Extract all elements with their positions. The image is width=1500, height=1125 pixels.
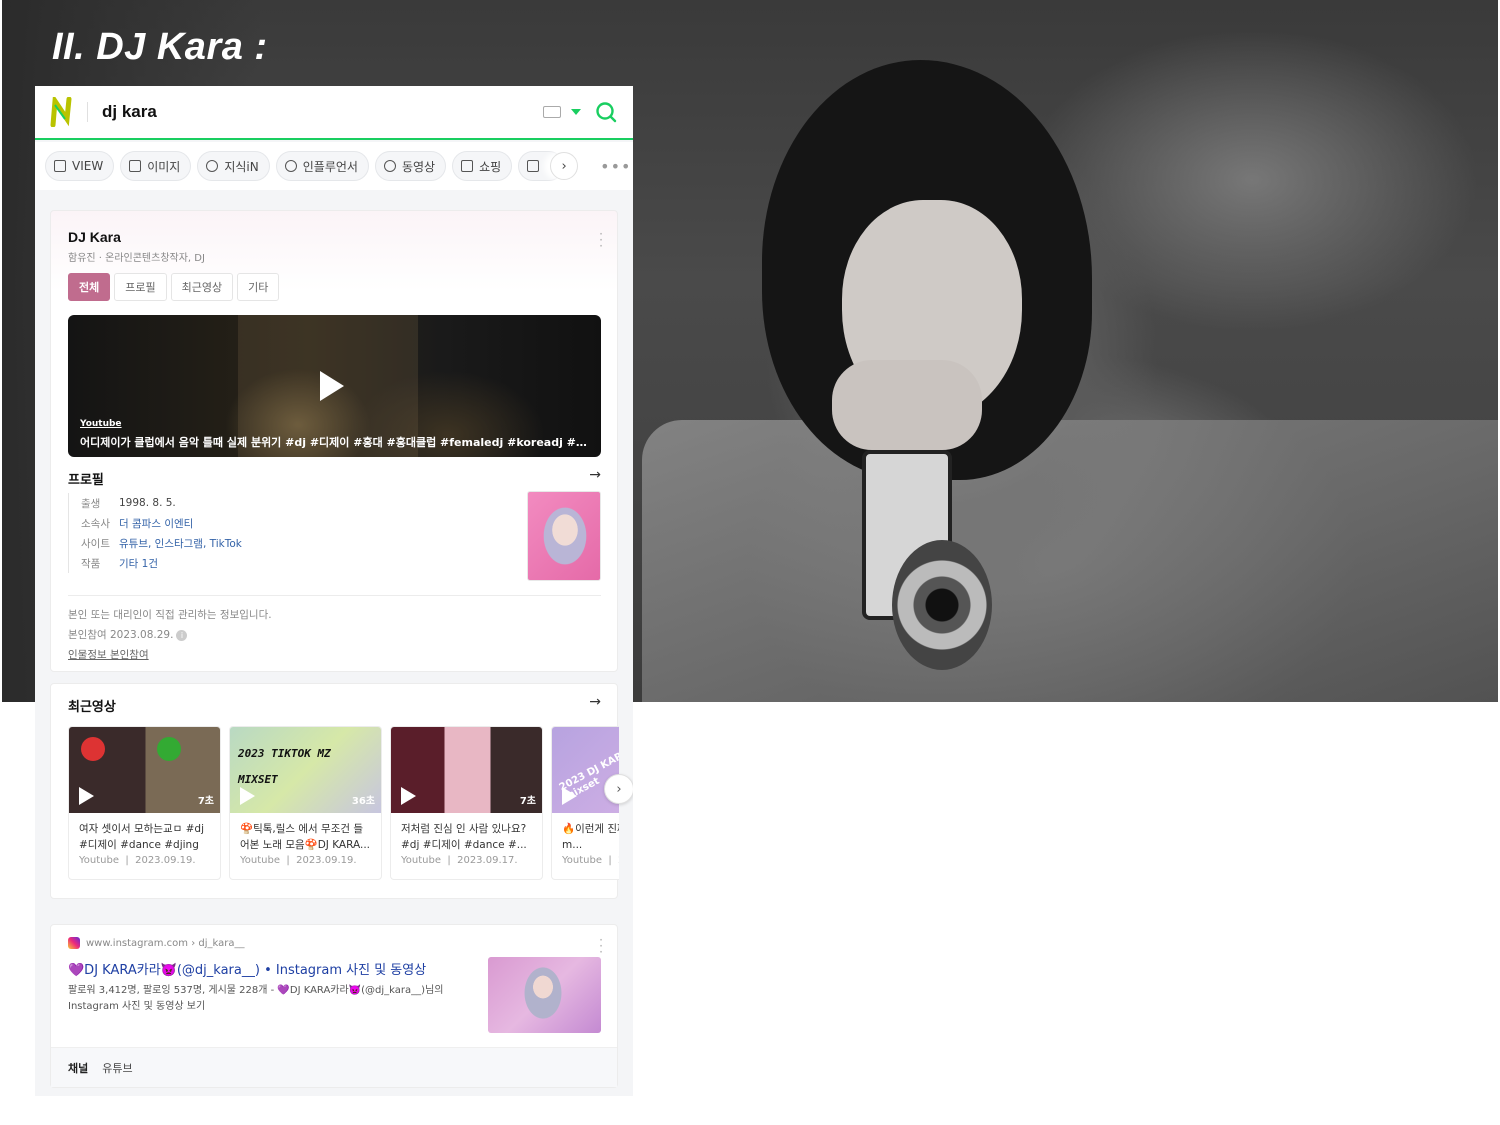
- document-icon: [54, 160, 66, 172]
- image-icon: [129, 160, 142, 172]
- video-thumbnail[interactable]: 2023 TIKTOK MZ MIXSET 36초: [230, 727, 381, 813]
- video-card[interactable]: 2023 TIKTOK MZ MIXSET 36초 🍄틱톡,릴스 에서 무조건 …: [229, 726, 382, 880]
- tab-kin[interactable]: 지식iN: [197, 151, 270, 181]
- recent-videos-card: 최근영상 → 7초 여자 셋이서 모하는교ㅁ #dj #디제이 #dance #…: [50, 683, 633, 899]
- video-title[interactable]: 저처럼 진심 인 사람 있나요? #dj #디제이 #dance #...: [391, 813, 542, 853]
- kebab-menu-icon[interactable]: · · ·: [599, 934, 603, 958]
- info-row-site: 사이트 유튜브, 인스타그램, TikTok: [81, 537, 242, 550]
- kebab-menu-icon[interactable]: · · ·: [599, 228, 603, 252]
- recent-video-list: 7초 여자 셋이서 모하는교ㅁ #dj #디제이 #dance #djing #…: [68, 726, 619, 880]
- channel-youtube-link[interactable]: 유튜브: [102, 1060, 132, 1076]
- play-icon: [79, 787, 94, 805]
- tab-images[interactable]: 이미지: [120, 151, 192, 181]
- info-row-works: 작품 기타 1건: [81, 557, 158, 570]
- self-managed-note: 본인 또는 대리인이 직접 관리하는 정보입니다.: [68, 609, 272, 621]
- tab-recent-videos[interactable]: 최근영상: [170, 273, 234, 301]
- video-thumbnail[interactable]: 7초: [391, 727, 542, 813]
- play-icon: [383, 160, 396, 172]
- tab-all[interactable]: 전체: [68, 273, 111, 301]
- recent-videos-title[interactable]: 최근영상: [68, 696, 116, 715]
- tab-view[interactable]: VIEW: [45, 151, 115, 181]
- profile-info: 출생 1998. 8. 5. 소속사 더 콤파스 이엔티 사이트 유튜브, 인스타그램…: [68, 493, 242, 573]
- search-input[interactable]: dj kara: [102, 102, 543, 122]
- person-icon: [284, 160, 297, 172]
- tab-video[interactable]: 동영상: [374, 151, 447, 181]
- profile-tabs: 전체 프로필 최근영상 기타: [68, 273, 280, 301]
- tab-profile[interactable]: 프로필: [114, 273, 167, 301]
- video-duration: 7초: [197, 796, 214, 807]
- participate-link[interactable]: 인물정보 본인참여: [68, 647, 149, 662]
- keyboard-icon[interactable]: [543, 106, 561, 118]
- arrow-right-icon[interactable]: →: [589, 694, 601, 710]
- result-title-link[interactable]: 💜DJ KARA카라👿(@dj_kara__) • Instagram 사진 및…: [68, 959, 426, 978]
- result-thumbnail[interactable]: [488, 957, 601, 1033]
- channel-row: 채널 유튜브: [51, 1047, 617, 1087]
- camera-lens: [892, 540, 992, 670]
- video-source[interactable]: Youtube: [80, 419, 122, 429]
- profile-card: DJ Kara 함유진 · 온라인콘텐츠창작자, DJ · · · 전체 프로필 최…: [50, 210, 618, 672]
- search-icon: [206, 160, 219, 172]
- tabs-next-button[interactable]: ›: [550, 152, 579, 180]
- result-url[interactable]: www.instagram.com › dj_kara__: [68, 937, 245, 949]
- carousel-next-button[interactable]: ›: [604, 774, 633, 804]
- channel-label: 채널: [68, 1061, 89, 1075]
- profile-section-title[interactable]: 프로필: [68, 469, 104, 488]
- video-title[interactable]: 🍄틱톡,릴스 에서 무조건 들어본 노래 모음🍄DJ KARA...: [230, 813, 381, 853]
- video-title[interactable]: 여자 셋이서 모하는교ㅁ #dj #디제이 #dance #djing #k..…: [69, 813, 220, 853]
- result-description: 팔로워 3,412명, 팔로잉 537명, 게시물 228개 - 💜DJ KAR…: [68, 985, 444, 1012]
- thumbnail-text: 2023 TIKTOK MZ MIXSET: [238, 747, 331, 786]
- search-icon[interactable]: [595, 101, 617, 123]
- video-card[interactable]: 7초 저처럼 진심 인 사람 있나요? #dj #디제이 #dance #...…: [390, 726, 543, 880]
- person-name[interactable]: DJ Kara: [68, 229, 121, 245]
- participation-date: 본인참여 2023.08.29. i: [68, 627, 188, 642]
- video-duration: 36초: [351, 796, 375, 807]
- video-duration: 7초: [519, 796, 536, 807]
- video-card[interactable]: 7초 여자 셋이서 모하는교ㅁ #dj #디제이 #dance #djing #…: [68, 726, 221, 880]
- tab-shopping[interactable]: 쇼핑: [452, 151, 513, 181]
- video-card[interactable]: 2023 DJ KARA Bounce mixset 🔥이런게 진짜 간 bou…: [551, 726, 619, 880]
- play-icon: [401, 787, 416, 805]
- arrow-right-icon[interactable]: →: [589, 467, 601, 483]
- tab-influencer[interactable]: 인플루언서: [275, 151, 369, 181]
- naver-logo-icon[interactable]: [49, 97, 75, 127]
- chevron-down-icon[interactable]: [571, 109, 581, 115]
- video-title[interactable]: 어디제이가 클럽에서 음악 틀때 실제 분위기 #dj #디제이 #홍대 #홍대…: [80, 434, 590, 450]
- instagram-icon: [68, 937, 80, 949]
- news-icon: [527, 160, 540, 172]
- slide-title: II. DJ Kara :: [52, 26, 268, 68]
- more-icon[interactable]: •••: [600, 157, 631, 176]
- search-tabs: VIEW 이미지 지식iN 인플루언서 동영상 쇼핑 › •••: [35, 142, 633, 190]
- instagram-result-card: www.instagram.com › dj_kara__ · · · 💜DJ KA…: [50, 924, 618, 1088]
- play-icon: [240, 787, 255, 805]
- search-bar: dj kara: [35, 86, 633, 140]
- profile-photo[interactable]: [527, 491, 601, 581]
- info-icon[interactable]: i: [176, 629, 188, 641]
- featured-video[interactable]: Youtube 어디제이가 클럽에서 음악 틀때 실제 분위기 #dj #디제이…: [68, 315, 601, 457]
- info-row-birth: 출생 1998. 8. 5.: [81, 497, 176, 510]
- person-subtitle: 함유진 · 온라인콘텐츠창작자, DJ: [68, 253, 205, 264]
- info-row-agency: 소속사 더 콤파스 이엔티: [81, 517, 194, 530]
- video-title[interactable]: 🔥이런게 진짜 간 bounce m...: [552, 813, 619, 853]
- play-icon[interactable]: [320, 371, 344, 401]
- bag-icon: [461, 160, 474, 172]
- naver-search-panel: dj kara VIEW 이미지 지식iN 인플루언서 동영상 쇼핑 › •••…: [35, 86, 633, 1096]
- tab-etc[interactable]: 기타: [237, 273, 280, 301]
- video-thumbnail[interactable]: 7초: [69, 727, 220, 813]
- play-icon: [562, 787, 577, 805]
